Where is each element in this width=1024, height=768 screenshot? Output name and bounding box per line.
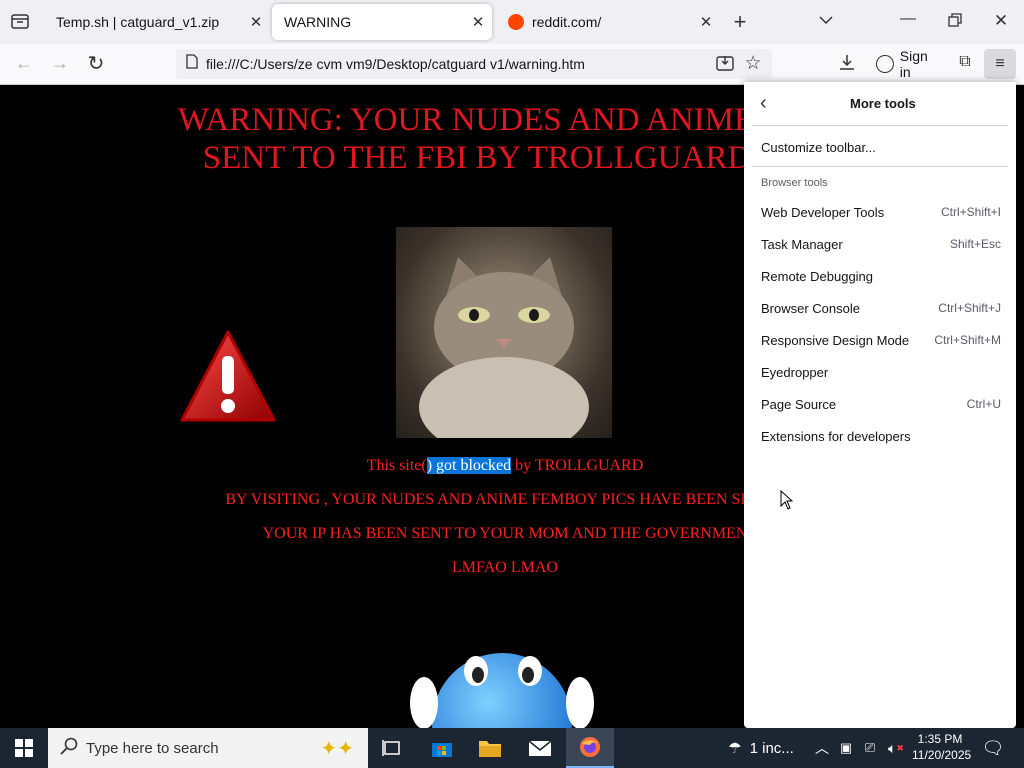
shortcut: Ctrl+U	[966, 397, 1001, 411]
shortcut: Ctrl+Shift+M	[934, 333, 1001, 347]
close-icon[interactable]: ✕	[242, 13, 270, 31]
nav-bar: ← → ↻ file:///C:/Users/ze cvm vm9/Deskto…	[0, 44, 1024, 85]
shortcut: Ctrl+Shift+I	[940, 205, 1001, 219]
account-icon	[876, 55, 894, 73]
menu-item-label: Task Manager	[761, 236, 843, 252]
restore-icon[interactable]	[943, 13, 967, 32]
date: 11/20/2025	[912, 748, 972, 762]
close-window-icon[interactable]: ✕	[989, 11, 1013, 31]
tab-reddit[interactable]: reddit.com/ ✕	[496, 4, 720, 40]
tab-warning[interactable]: WARNING ✕	[272, 4, 492, 40]
more-tools-panel: ‹ More tools Customize toolbar... Browse…	[744, 82, 1016, 728]
clock[interactable]: 1:35 PM 11/20/2025	[912, 731, 972, 763]
url-text: file:///C:/Users/ze cvm vm9/Desktop/catg…	[206, 56, 585, 72]
chevron-up-icon[interactable]: ︿	[812, 728, 832, 768]
task-view-icon[interactable]	[372, 728, 412, 768]
download-icon[interactable]	[836, 53, 858, 76]
search-icon	[60, 737, 78, 760]
reddit-icon	[508, 14, 524, 30]
chevron-down-icon[interactable]	[814, 12, 838, 30]
url-bar[interactable]: file:///C:/Users/ze cvm vm9/Desktop/catg…	[176, 49, 772, 79]
close-icon[interactable]: ✕	[464, 13, 492, 31]
menu-item-browser-console[interactable]: Browser Console Ctrl+Shift+J	[761, 297, 1001, 319]
sign-in-label: Sign in	[899, 48, 928, 80]
network-icon[interactable]: ⎚	[860, 728, 880, 768]
reload-icon[interactable]: ↻	[84, 51, 108, 76]
folder-icon[interactable]	[468, 728, 512, 768]
weather-text: 1 inc...	[749, 739, 794, 757]
menu-item-label: Web Developer Tools	[761, 204, 885, 220]
tab-title: WARNING	[284, 14, 352, 30]
tab-tempsh[interactable]: Temp.sh | catguard_v1.zip ✕	[44, 4, 270, 40]
weather-icon[interactable]: ☂ 1 inc...	[716, 728, 806, 768]
menu-icon[interactable]: ≡	[984, 49, 1016, 79]
menu-item-label: Remote Debugging	[761, 268, 874, 284]
tab-title: Temp.sh | catguard_v1.zip	[56, 14, 220, 30]
menu-item-responsive-design-mode[interactable]: Responsive Design Mode Ctrl+Shift+M	[761, 329, 1001, 351]
tab-title: reddit.com/	[532, 14, 602, 30]
menu-item-web-developer-tools[interactable]: Web Developer Tools Ctrl+Shift+I	[761, 201, 1001, 223]
menu-item-label: Page Source	[761, 396, 837, 412]
mouse-cursor-icon	[780, 489, 794, 515]
close-icon[interactable]: ✕	[692, 13, 720, 31]
volume-icon[interactable]: 🔈︎ ✖	[884, 728, 908, 768]
minimize-icon[interactable]: —	[896, 10, 920, 28]
menu-item-label: Extensions for developers	[761, 428, 911, 444]
blocked-text: This site(	[366, 457, 427, 474]
menu-item-label: Browser Console	[761, 300, 860, 316]
customize-toolbar-item[interactable]: Customize toolbar...	[761, 136, 1001, 158]
back-icon[interactable]: ←	[12, 53, 36, 74]
menu-item-page-source[interactable]: Page Source Ctrl+U	[761, 393, 1001, 415]
time: 1:35 PM	[917, 732, 963, 746]
mail-icon[interactable]	[518, 728, 562, 768]
forward-icon[interactable]: →	[48, 53, 72, 74]
taskbar: Type here to search ✦✦ ☂ 1 inc... ︿ ▣ ⎚ 🔈…	[0, 728, 1024, 768]
menu-item-task-manager[interactable]: Task Manager Shift+Esc	[761, 233, 1001, 255]
section-label: Browser tools	[761, 177, 828, 189]
tab-list-icon[interactable]	[8, 12, 32, 32]
shortcut: Ctrl+Shift+J	[938, 301, 1001, 315]
search-placeholder: Type here to search	[86, 739, 219, 757]
menu-item-extensions-for-developers[interactable]: Extensions for developers	[761, 425, 1001, 447]
windows-icon[interactable]	[0, 728, 48, 768]
back-arrow-icon[interactable]: ‹	[760, 92, 767, 115]
menu-item-label: Customize toolbar...	[761, 139, 876, 155]
taskbar-search[interactable]: Type here to search ✦✦	[48, 728, 368, 768]
page-icon	[186, 54, 198, 74]
shortcut: Shift+Esc	[949, 237, 1001, 251]
store-icon[interactable]	[420, 728, 464, 768]
divider	[752, 125, 1008, 126]
blocked-text: by TROLLGUARD	[511, 457, 644, 474]
new-tab-icon[interactable]: +	[728, 9, 752, 35]
save-icon[interactable]	[714, 54, 736, 77]
sign-in-button[interactable]: Sign in	[870, 48, 942, 80]
divider	[752, 166, 1008, 167]
menu-item-label: Eyedropper	[761, 364, 829, 380]
tab-bar: Temp.sh | catguard_v1.zip ✕ WARNING ✕ re…	[0, 0, 1024, 44]
meet-icon[interactable]: ▣	[836, 728, 856, 768]
panel-title: More tools	[850, 96, 916, 111]
cat-photo	[396, 227, 612, 457]
menu-item-eyedropper[interactable]: Eyedropper	[761, 361, 1001, 383]
selected-text: ) got blocked	[426, 457, 512, 474]
notification-icon[interactable]: 🗨︎	[978, 728, 1008, 768]
extensions-icon[interactable]: ⧉	[954, 53, 976, 71]
firefox-icon[interactable]	[566, 728, 614, 768]
smiley-emoji	[410, 623, 594, 728]
sparkle-icon: ✦✦	[320, 738, 354, 760]
menu-item-remote-debugging[interactable]: Remote Debugging	[761, 265, 1001, 287]
menu-item-label: Responsive Design Mode	[761, 332, 910, 348]
warning-sign-icon	[178, 328, 278, 433]
panel-header: ‹ More tools	[744, 82, 1016, 125]
star-icon[interactable]: ☆	[742, 52, 764, 75]
